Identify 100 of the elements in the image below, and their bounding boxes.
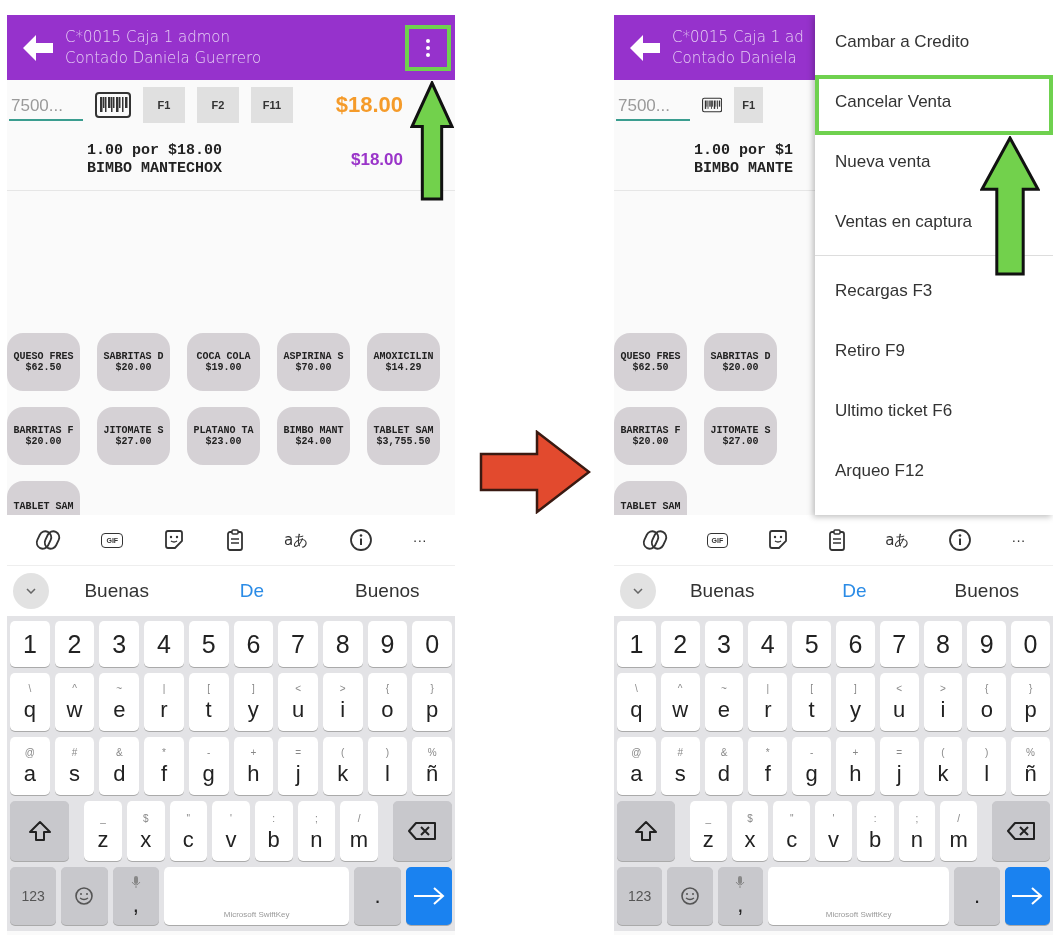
suggestion[interactable]: De	[836, 579, 873, 603]
emoji-key[interactable]	[61, 867, 108, 925]
mode-key[interactable]: 123	[10, 867, 57, 925]
key[interactable]: ~ e	[99, 673, 140, 731]
emoji-key[interactable]	[667, 867, 713, 925]
key[interactable]: 0	[412, 621, 453, 667]
key[interactable]: { o	[967, 673, 1007, 731]
key[interactable]: ( k	[322, 737, 363, 795]
key[interactable]: ' v	[815, 801, 852, 861]
key[interactable]: 0	[1011, 621, 1050, 667]
menu-item[interactable]: Recargas F3	[815, 264, 1053, 324]
key[interactable]: 5	[792, 621, 831, 667]
more-button[interactable]: ···	[412, 532, 427, 548]
key[interactable]: * f	[144, 737, 184, 795]
period-key[interactable]: .	[354, 867, 401, 925]
sticker-icon[interactable]	[163, 529, 186, 551]
key[interactable]: } p	[1011, 673, 1050, 731]
translate-button[interactable]: aあ	[284, 530, 309, 550]
key[interactable]: + h	[233, 737, 274, 795]
barcode-icon[interactable]	[95, 92, 131, 118]
key[interactable]: ; n	[297, 801, 336, 861]
key[interactable]: " c	[169, 801, 208, 861]
key[interactable]: & d	[99, 737, 140, 795]
key[interactable]: 6	[233, 621, 274, 667]
product-tile[interactable]: TABLET SAM	[7, 481, 80, 515]
product-tile[interactable]: AMOXICILIN $14.29	[367, 333, 440, 391]
menu-item[interactable]: Ventas en captura	[815, 195, 1053, 255]
key[interactable]: % ñ	[1011, 737, 1050, 795]
key[interactable]: 2	[54, 621, 95, 667]
key[interactable]: 3	[704, 621, 744, 667]
more-options-button[interactable]	[405, 24, 451, 71]
menu-item[interactable]: Retiro F9	[815, 324, 1053, 384]
key[interactable]: 8	[923, 621, 963, 667]
menu-item[interactable]: Nueva venta	[815, 135, 1053, 195]
product-tile[interactable]: SABRITAS D $20.00	[97, 333, 170, 391]
menu-item[interactable]: Cambar a Credito	[815, 15, 1053, 75]
sticker-icon[interactable]	[767, 529, 790, 551]
key[interactable]: $ x	[731, 801, 769, 861]
search-field[interactable]: 7500...	[9, 89, 83, 121]
info-icon[interactable]	[348, 528, 373, 552]
key[interactable]: 7	[879, 621, 919, 667]
product-tile[interactable]: ASPIRINA S $70.00	[277, 333, 350, 391]
suggestion[interactable]: De	[233, 579, 271, 603]
key[interactable]: | r	[748, 673, 788, 731]
key[interactable]: < u	[879, 673, 919, 731]
key[interactable]: 6	[836, 621, 875, 667]
key[interactable]: } p	[412, 673, 453, 731]
function-key[interactable]: F11	[251, 87, 293, 123]
key[interactable]: 3	[99, 621, 140, 667]
suggestion[interactable]: Buenas	[683, 579, 761, 603]
key[interactable]: - g	[188, 737, 229, 795]
key[interactable]: @ a	[617, 737, 656, 795]
product-tile[interactable]: QUESO FRES $62.50	[7, 333, 80, 391]
enter-key[interactable]	[405, 867, 452, 925]
overlapping-shapes-icon[interactable]	[641, 528, 668, 552]
key[interactable]: 4	[748, 621, 788, 667]
key[interactable]: 5	[188, 621, 229, 667]
product-tile[interactable]: SABRITAS D $20.00	[704, 333, 777, 391]
key[interactable]: ] y	[836, 673, 875, 731]
key[interactable]: \ q	[10, 673, 50, 731]
comma-key[interactable]: ,	[717, 867, 763, 925]
clipboard-icon[interactable]	[225, 528, 244, 552]
key[interactable]: ) l	[367, 737, 408, 795]
overlapping-shapes-icon[interactable]	[35, 528, 62, 552]
menu-item[interactable]: Arqueo F12	[815, 444, 1053, 504]
shift-key[interactable]	[10, 801, 70, 861]
translate-button[interactable]: aあ	[885, 530, 910, 550]
key[interactable]: : b	[254, 801, 293, 861]
key[interactable]: ' v	[212, 801, 250, 861]
product-tile[interactable]: JITOMATE S $27.00	[97, 407, 170, 465]
function-key[interactable]: F2	[197, 87, 239, 123]
function-key[interactable]: F1	[734, 87, 763, 123]
key[interactable]: 8	[322, 621, 363, 667]
key[interactable]: | r	[144, 673, 184, 731]
key[interactable]: \ q	[617, 673, 656, 731]
key[interactable]: = j	[879, 737, 919, 795]
product-tile[interactable]: BARRITAS F $20.00	[614, 407, 687, 465]
key[interactable]: " c	[773, 801, 811, 861]
key[interactable]: - g	[792, 737, 831, 795]
product-tile[interactable]: BIMBO MANT $24.00	[277, 407, 350, 465]
backspace-key[interactable]	[992, 801, 1050, 861]
key[interactable]: { o	[367, 673, 408, 731]
shift-key[interactable]	[617, 801, 675, 861]
backspace-key[interactable]	[392, 801, 452, 861]
product-tile[interactable]: TABLET SAM $3,755.50	[367, 407, 440, 465]
key[interactable]: % ñ	[412, 737, 453, 795]
key[interactable]: ; n	[898, 801, 936, 861]
key[interactable]: _ z	[84, 801, 122, 861]
search-field[interactable]: 7500...	[616, 89, 690, 121]
key[interactable]: 4	[144, 621, 184, 667]
key[interactable]: [ t	[792, 673, 831, 731]
key[interactable]: [ t	[188, 673, 229, 731]
suggestion[interactable]: Buenas	[78, 579, 155, 603]
suggestion[interactable]: Buenos	[948, 579, 1026, 603]
key[interactable]: 9	[967, 621, 1007, 667]
key[interactable]: : b	[856, 801, 894, 861]
function-key[interactable]: F1	[143, 87, 185, 123]
period-key[interactable]: .	[954, 867, 1000, 925]
key[interactable]: 1	[10, 621, 50, 667]
key[interactable]: $ x	[126, 801, 165, 861]
